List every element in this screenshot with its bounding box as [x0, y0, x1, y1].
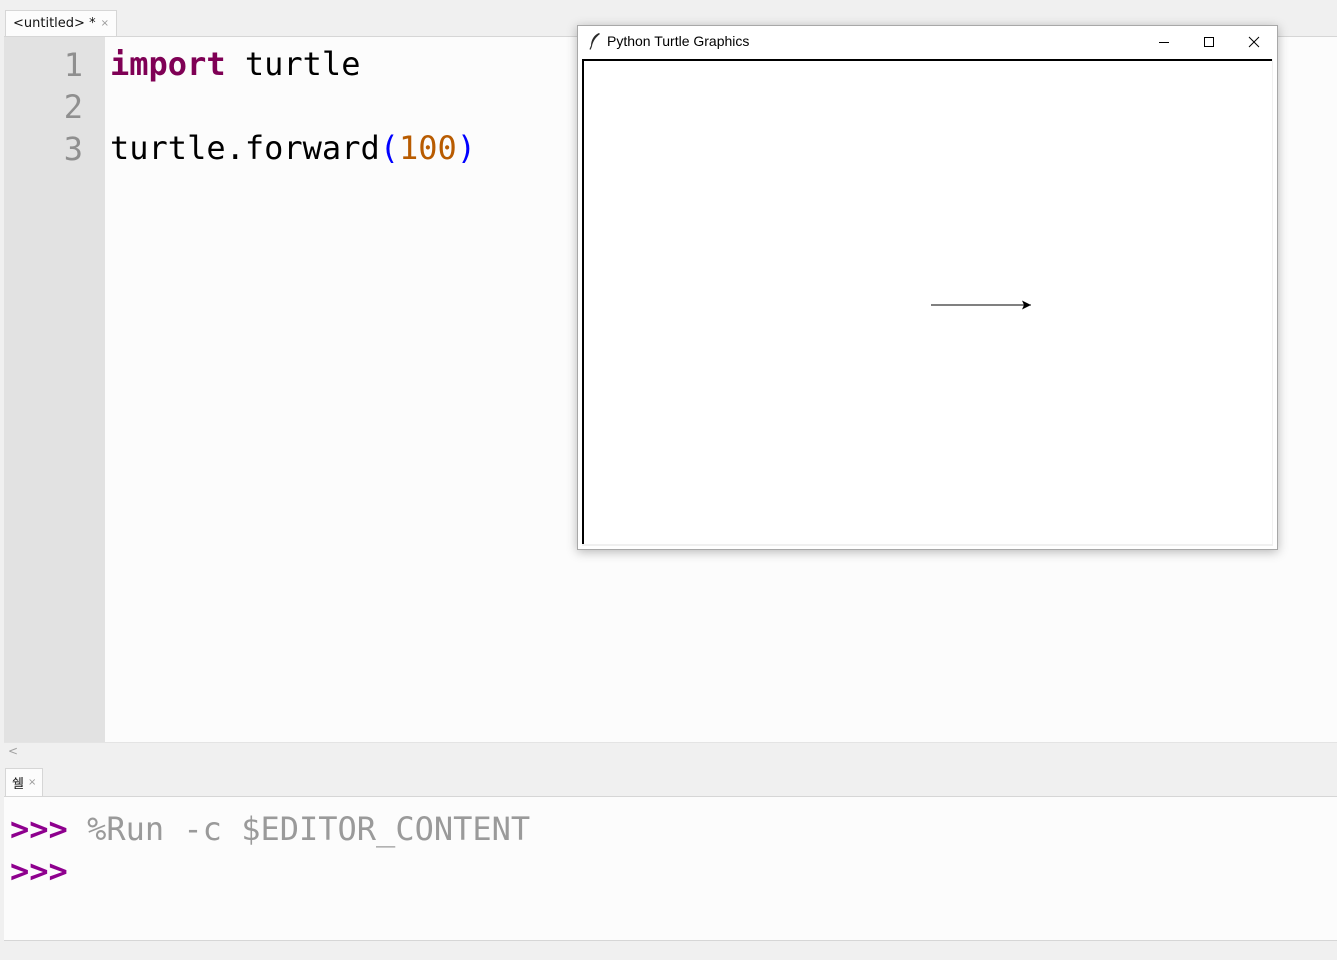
code-line-3: turtle.forward(100)	[110, 127, 476, 169]
line-number-3: 3	[63, 130, 83, 168]
function-call: turtle.forward	[110, 129, 380, 167]
close-button[interactable]	[1231, 26, 1277, 57]
shell-tab-title: 쉘	[12, 777, 24, 792]
shell-tab-close-icon[interactable]: ×	[28, 777, 36, 788]
maximize-icon	[1204, 36, 1214, 47]
canvas-frame	[582, 59, 1273, 546]
shell-line-2[interactable]: >>>	[10, 850, 68, 892]
close-icon	[1248, 36, 1260, 47]
turtle-graphics-window[interactable]: Python Turtle Graphics	[577, 25, 1278, 550]
close-paren: )	[456, 129, 477, 167]
number-literal: 100	[398, 129, 457, 167]
shell-command: %Run -c $EDITOR_CONTENT	[67, 810, 531, 848]
shell-tab-bar: 쉘 ×	[0, 760, 1337, 796]
code-line-1: import turtle	[110, 43, 476, 85]
shell-console[interactable]: >>> %Run -c $EDITOR_CONTENT >>>	[4, 796, 1337, 941]
feather-icon	[589, 33, 600, 50]
shell-line-1: >>> %Run -c $EDITOR_CONTENT	[10, 808, 530, 850]
code-area[interactable]: import turtle turtle.forward(100)	[110, 43, 476, 169]
module-name: turtle	[225, 45, 361, 83]
minimize-button[interactable]	[1141, 26, 1187, 57]
turtle-drawing	[931, 300, 1031, 310]
open-paren: (	[379, 129, 399, 167]
tab-untitled[interactable]: <untitled> * ×	[5, 10, 117, 36]
tab-close-icon[interactable]: ×	[101, 18, 109, 29]
thonny-ide: <untitled> * × 1 2 3 import turtle turtl…	[0, 0, 1337, 960]
line-number-1: 1	[63, 46, 83, 84]
window-titlebar[interactable]: Python Turtle Graphics	[578, 26, 1277, 57]
line-number-gutter: 1 2 3	[4, 37, 105, 743]
scroll-left-icon[interactable]: <	[8, 743, 18, 759]
minimize-icon	[1159, 41, 1169, 43]
shell-prompt: >>>	[10, 852, 68, 890]
shell-prompt: >>>	[10, 810, 68, 848]
tab-shell[interactable]: 쉘 ×	[5, 768, 44, 796]
turtle-canvas[interactable]	[582, 59, 1272, 544]
tab-title: <untitled> *	[13, 16, 96, 31]
editor-horizontal-scrollbar[interactable]: <	[4, 742, 1337, 761]
keyword-import: import	[110, 45, 226, 83]
line-number-2: 2	[63, 88, 83, 126]
maximize-button[interactable]	[1186, 26, 1232, 57]
window-title: Python Turtle Graphics	[607, 33, 750, 49]
